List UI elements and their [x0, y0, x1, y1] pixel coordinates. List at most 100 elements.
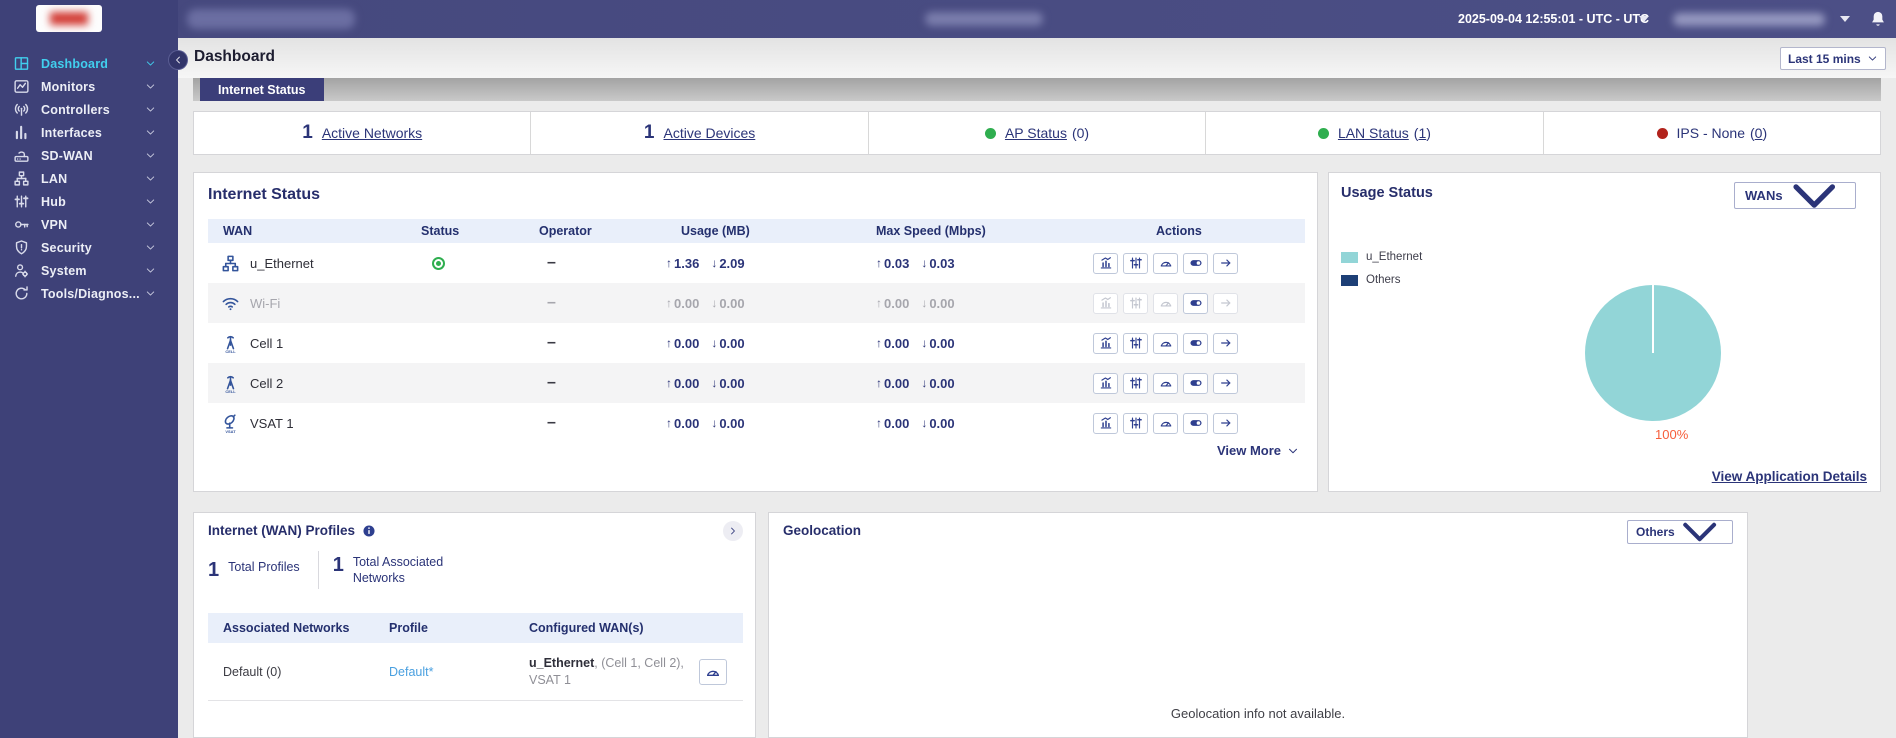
toggle-wan-button[interactable]: [1183, 333, 1208, 354]
wan-name[interactable]: VSAT 1: [250, 416, 294, 431]
page-title: Dashboard: [194, 48, 275, 66]
sidebar-item-label: VPN: [41, 218, 67, 232]
sidebar-item-vpn[interactable]: VPN: [0, 213, 178, 236]
chevron-down-icon: [145, 196, 156, 207]
wan-name[interactable]: Wi-Fi: [250, 296, 280, 311]
sidebar-item-controllers[interactable]: Controllers: [0, 98, 178, 121]
configure-button[interactable]: [1123, 253, 1148, 274]
table-row-wifi: Wi-Fi – 0.000.00 0.000.00: [208, 283, 1305, 323]
go-to-icon: [1219, 336, 1233, 350]
total-associated-count: 1: [333, 554, 344, 576]
configure-button[interactable]: [1123, 333, 1148, 354]
view-application-details-link[interactable]: View Application Details: [1712, 469, 1867, 484]
usage-filter-select[interactable]: WANs: [1734, 182, 1856, 209]
details-button[interactable]: [1213, 373, 1238, 394]
details-button[interactable]: [1213, 333, 1238, 354]
wan-profiles-title-row: Internet (WAN) Profiles: [208, 523, 376, 538]
details-button[interactable]: [1213, 413, 1238, 434]
toggle-on-icon: [1189, 416, 1203, 430]
ap-status-link[interactable]: AP Status: [1005, 125, 1067, 141]
speed-values: 0.000.00: [838, 296, 1063, 311]
chevron-down-icon: [145, 265, 156, 276]
wan-name[interactable]: Cell 2: [250, 376, 283, 391]
redacted-device-name: [187, 9, 355, 29]
details-button[interactable]: [1213, 253, 1238, 274]
total-associated-label: Total Associated Networks: [353, 554, 473, 586]
usage-graph-button[interactable]: [1093, 413, 1118, 434]
usage-graph-button[interactable]: [1093, 373, 1118, 394]
speedtest-icon: [1159, 296, 1173, 310]
configure-button[interactable]: [1123, 413, 1148, 434]
row-actions: [1063, 373, 1305, 394]
wan-profiles-table: Associated Networks Profile Configured W…: [208, 613, 743, 701]
toggle-on-icon: [1189, 256, 1203, 270]
sidebar-item-label: LAN: [41, 172, 67, 186]
operator-value: –: [523, 334, 648, 352]
redacted-user-email[interactable]: [1673, 13, 1825, 26]
download-arrow-icon: [711, 336, 717, 350]
chevron-down-icon: [145, 173, 156, 184]
ips-status-count: (0): [1750, 125, 1767, 141]
toggle-wan-button[interactable]: [1183, 253, 1208, 274]
table-header-row: WAN Status Operator Usage (MB) Max Speed…: [208, 219, 1305, 243]
chevron-down-icon: [1783, 121, 1845, 271]
geolocation-title: Geolocation: [783, 523, 861, 538]
toggle-wan-button[interactable]: [1183, 413, 1208, 434]
active-devices-link[interactable]: Active Devices: [663, 125, 755, 141]
info-icon[interactable]: [362, 524, 376, 538]
wan-name[interactable]: Cell 1: [250, 336, 283, 351]
usage-graph-button[interactable]: [1093, 253, 1118, 274]
notifications-bell-icon[interactable]: [1868, 9, 1888, 29]
usage-status-title: Usage Status: [1341, 185, 1433, 201]
go-to-icon: [1219, 376, 1233, 390]
user-menu-caret-icon[interactable]: [1840, 16, 1850, 22]
toggle-on-icon: [1189, 376, 1203, 390]
divider: [318, 551, 319, 589]
view-more-link[interactable]: View More: [1217, 443, 1299, 458]
toggle-wan-button[interactable]: [1183, 373, 1208, 394]
toggle-wan-button[interactable]: [1183, 293, 1208, 314]
bar-chart-icon: [13, 124, 30, 141]
lan-status-link[interactable]: LAN Status: [1338, 125, 1409, 141]
profile-link[interactable]: Default*: [378, 665, 488, 679]
speedtest-button[interactable]: [1153, 333, 1178, 354]
timezone-caret-icon[interactable]: [1639, 16, 1649, 22]
speed-values: 0.000.00: [838, 336, 1063, 351]
associated-network-value: Default (0): [208, 665, 378, 679]
configure-icon: [1129, 416, 1143, 430]
configure-button[interactable]: [1123, 373, 1148, 394]
sidebar-item-sdwan[interactable]: SD-WAN: [0, 144, 178, 167]
time-range-select[interactable]: Last 15 mins: [1780, 47, 1886, 70]
sidebar-item-label: Dashboard: [41, 57, 108, 71]
tab-internet-status[interactable]: Internet Status: [200, 78, 324, 101]
usage-graph-button[interactable]: [1093, 333, 1118, 354]
active-networks-count: 1: [302, 122, 313, 144]
speedtest-button[interactable]: [1153, 253, 1178, 274]
sidebar-item-dashboard[interactable]: Dashboard: [0, 52, 178, 75]
sidebar-item-label: System: [41, 264, 87, 278]
sidebar-item-label: Controllers: [41, 103, 110, 117]
active-networks-link[interactable]: Active Networks: [322, 125, 422, 141]
profile-speedtest-button[interactable]: [699, 659, 727, 685]
speedtest-button[interactable]: [1153, 373, 1178, 394]
sidebar-item-hub[interactable]: Hub: [0, 190, 178, 213]
geolocation-filter-select[interactable]: Others: [1627, 520, 1733, 544]
sidebar-collapse-button[interactable]: [169, 51, 187, 69]
speed-values: 0.030.03: [838, 256, 1063, 271]
sidebar-item-system[interactable]: System: [0, 259, 178, 282]
clock-timestamp[interactable]: 2025-09-04 12:55:01 - UTC - UTC: [1458, 0, 1649, 38]
sidebar-item-interfaces[interactable]: Interfaces: [0, 121, 178, 144]
column-header-actions: Actions: [1063, 224, 1305, 238]
column-header-profile: Profile: [378, 621, 488, 635]
internet-status-title: Internet Status: [208, 186, 320, 204]
router-icon: [13, 147, 30, 164]
sidebar-item-security[interactable]: Security: [0, 236, 178, 259]
pie-legend: u_Ethernet Others: [1341, 251, 1422, 286]
wan-name[interactable]: u_Ethernet: [250, 256, 314, 271]
table-row-cell-1: Cell 1 – 0.000.00 0.000.00: [208, 323, 1305, 363]
sidebar-item-tools-diagnostics[interactable]: Tools/Diagnos...: [0, 282, 178, 305]
speedtest-button[interactable]: [1153, 413, 1178, 434]
sidebar-item-monitors[interactable]: Monitors: [0, 75, 178, 98]
expand-profiles-button[interactable]: [723, 521, 743, 541]
sidebar-item-lan[interactable]: LAN: [0, 167, 178, 190]
